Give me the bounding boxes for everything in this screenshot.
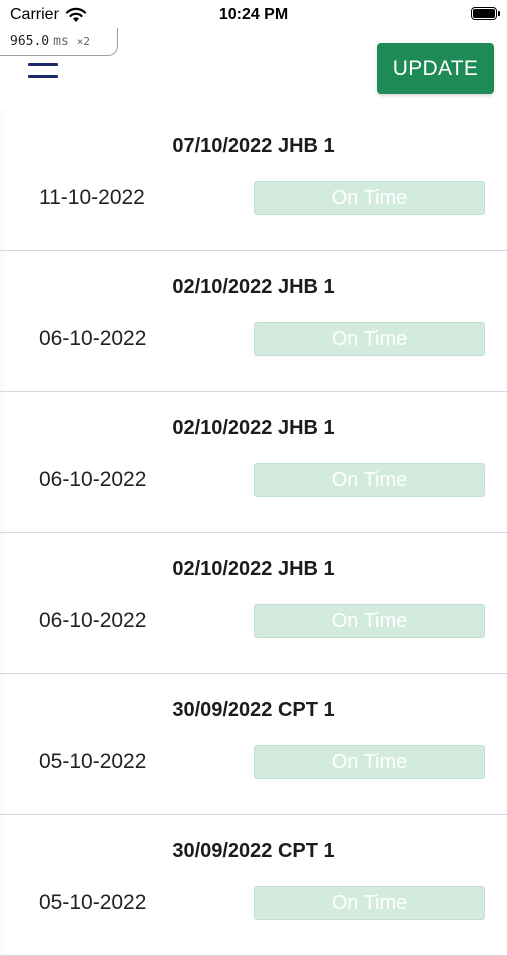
list-item[interactable]: 02/10/2022 JHB 1 06-10-2022 On Time bbox=[0, 533, 507, 674]
item-title: 30/09/2022 CPT 1 bbox=[172, 840, 335, 862]
item-date: 06-10-2022 bbox=[39, 468, 147, 491]
status-badge: On Time bbox=[254, 322, 485, 356]
item-title: 07/10/2022 JHB 1 bbox=[172, 135, 335, 157]
list-item[interactable]: 30/09/2022 CPT 1 05-10-2022 On Time bbox=[0, 815, 507, 956]
status-badge: On Time bbox=[254, 886, 485, 920]
clock: 10:24 PM bbox=[218, 6, 289, 23]
list-item[interactable]: 30/09/2022 CPT 1 05-10-2022 On Time bbox=[0, 674, 507, 815]
status-badge: On Time bbox=[254, 181, 485, 215]
item-date: 05-10-2022 bbox=[39, 891, 147, 914]
list-item[interactable]: 07/10/2022 JHB 1 11-10-2022 On Time bbox=[0, 110, 507, 251]
item-title: 02/10/2022 JHB 1 bbox=[172, 558, 335, 580]
perf-multiplier: ×2 bbox=[76, 35, 91, 48]
status-badge: On Time bbox=[254, 463, 485, 497]
shipment-list: 07/10/2022 JHB 1 11-10-2022 On Time 02/10/2… bbox=[0, 110, 507, 956]
perf-unit: ms bbox=[53, 34, 69, 49]
item-date: 11-10-2022 bbox=[39, 186, 145, 209]
item-title: 02/10/2022 JHB 1 bbox=[172, 417, 335, 439]
item-title: 30/09/2022 CPT 1 bbox=[172, 699, 335, 721]
item-title: 02/10/2022 JHB 1 bbox=[172, 276, 335, 298]
item-date: 06-10-2022 bbox=[39, 609, 147, 632]
hamburger-menu-icon[interactable] bbox=[28, 61, 58, 81]
item-date: 05-10-2022 bbox=[39, 750, 147, 773]
item-date: 06-10-2022 bbox=[39, 327, 147, 350]
status-badge: On Time bbox=[254, 604, 485, 638]
update-button[interactable]: UPDATE bbox=[377, 43, 494, 94]
perf-overlay: 965.0 ms ×2 bbox=[0, 28, 118, 56]
perf-value: 965.0 bbox=[10, 34, 50, 49]
list-item[interactable]: 02/10/2022 JHB 1 06-10-2022 On Time bbox=[0, 392, 507, 533]
list-item[interactable]: 02/10/2022 JHB 1 06-10-2022 On Time bbox=[0, 251, 507, 392]
battery-icon bbox=[471, 7, 500, 20]
status-badge: On Time bbox=[254, 745, 485, 779]
